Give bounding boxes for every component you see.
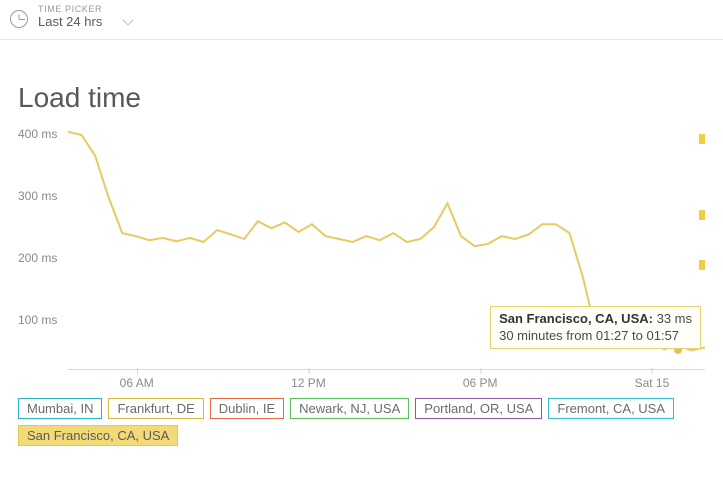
- chart-panel: Load time 400 ms 300 ms 200 ms 100 ms 06…: [0, 40, 723, 398]
- x-tick: Sat 15: [635, 376, 670, 390]
- legend-item[interactable]: Fremont, CA, USA: [548, 398, 674, 419]
- time-picker-value: Last 24 hrs: [38, 14, 102, 29]
- tooltip-range: 30 minutes from 01:27 to 01:57: [499, 328, 692, 344]
- legend-item[interactable]: Dublin, IE: [210, 398, 284, 419]
- y-tick: 400 ms: [18, 127, 57, 141]
- legend-item[interactable]: Frankfurt, DE: [108, 398, 203, 419]
- y-tick: 300 ms: [18, 189, 57, 203]
- tooltip-value: 33 ms: [657, 311, 692, 326]
- legend: Mumbai, IN Frankfurt, DE Dublin, IE Newark,…: [0, 398, 723, 460]
- legend-item[interactable]: Newark, NJ, USA: [290, 398, 409, 419]
- y-tick: 200 ms: [18, 251, 57, 265]
- chart-title: Load time: [18, 82, 705, 114]
- tooltip-series-label: San Francisco, CA, USA:: [499, 311, 653, 326]
- y-tick: 100 ms: [18, 313, 57, 327]
- legend-item[interactable]: Mumbai, IN: [18, 398, 102, 419]
- x-tick: 06 AM: [120, 376, 154, 390]
- time-picker-bar: TIME PICKER Last 24 hrs: [0, 0, 723, 40]
- chart-tooltip: San Francisco, CA, USA: 33 ms 30 minutes…: [490, 306, 701, 349]
- x-tick: 06 PM: [463, 376, 498, 390]
- time-picker-label: TIME PICKER: [38, 4, 134, 14]
- legend-item[interactable]: Portland, OR, USA: [415, 398, 542, 419]
- legend-item[interactable]: San Francisco, CA, USA: [18, 425, 178, 446]
- chevron-down-icon: [124, 16, 134, 26]
- clock-icon: [10, 10, 28, 28]
- chart-plot[interactable]: 400 ms 300 ms 200 ms 100 ms 06 AM 12 PM …: [18, 120, 705, 390]
- x-tick: 12 PM: [291, 376, 326, 390]
- time-picker[interactable]: TIME PICKER Last 24 hrs: [38, 4, 134, 29]
